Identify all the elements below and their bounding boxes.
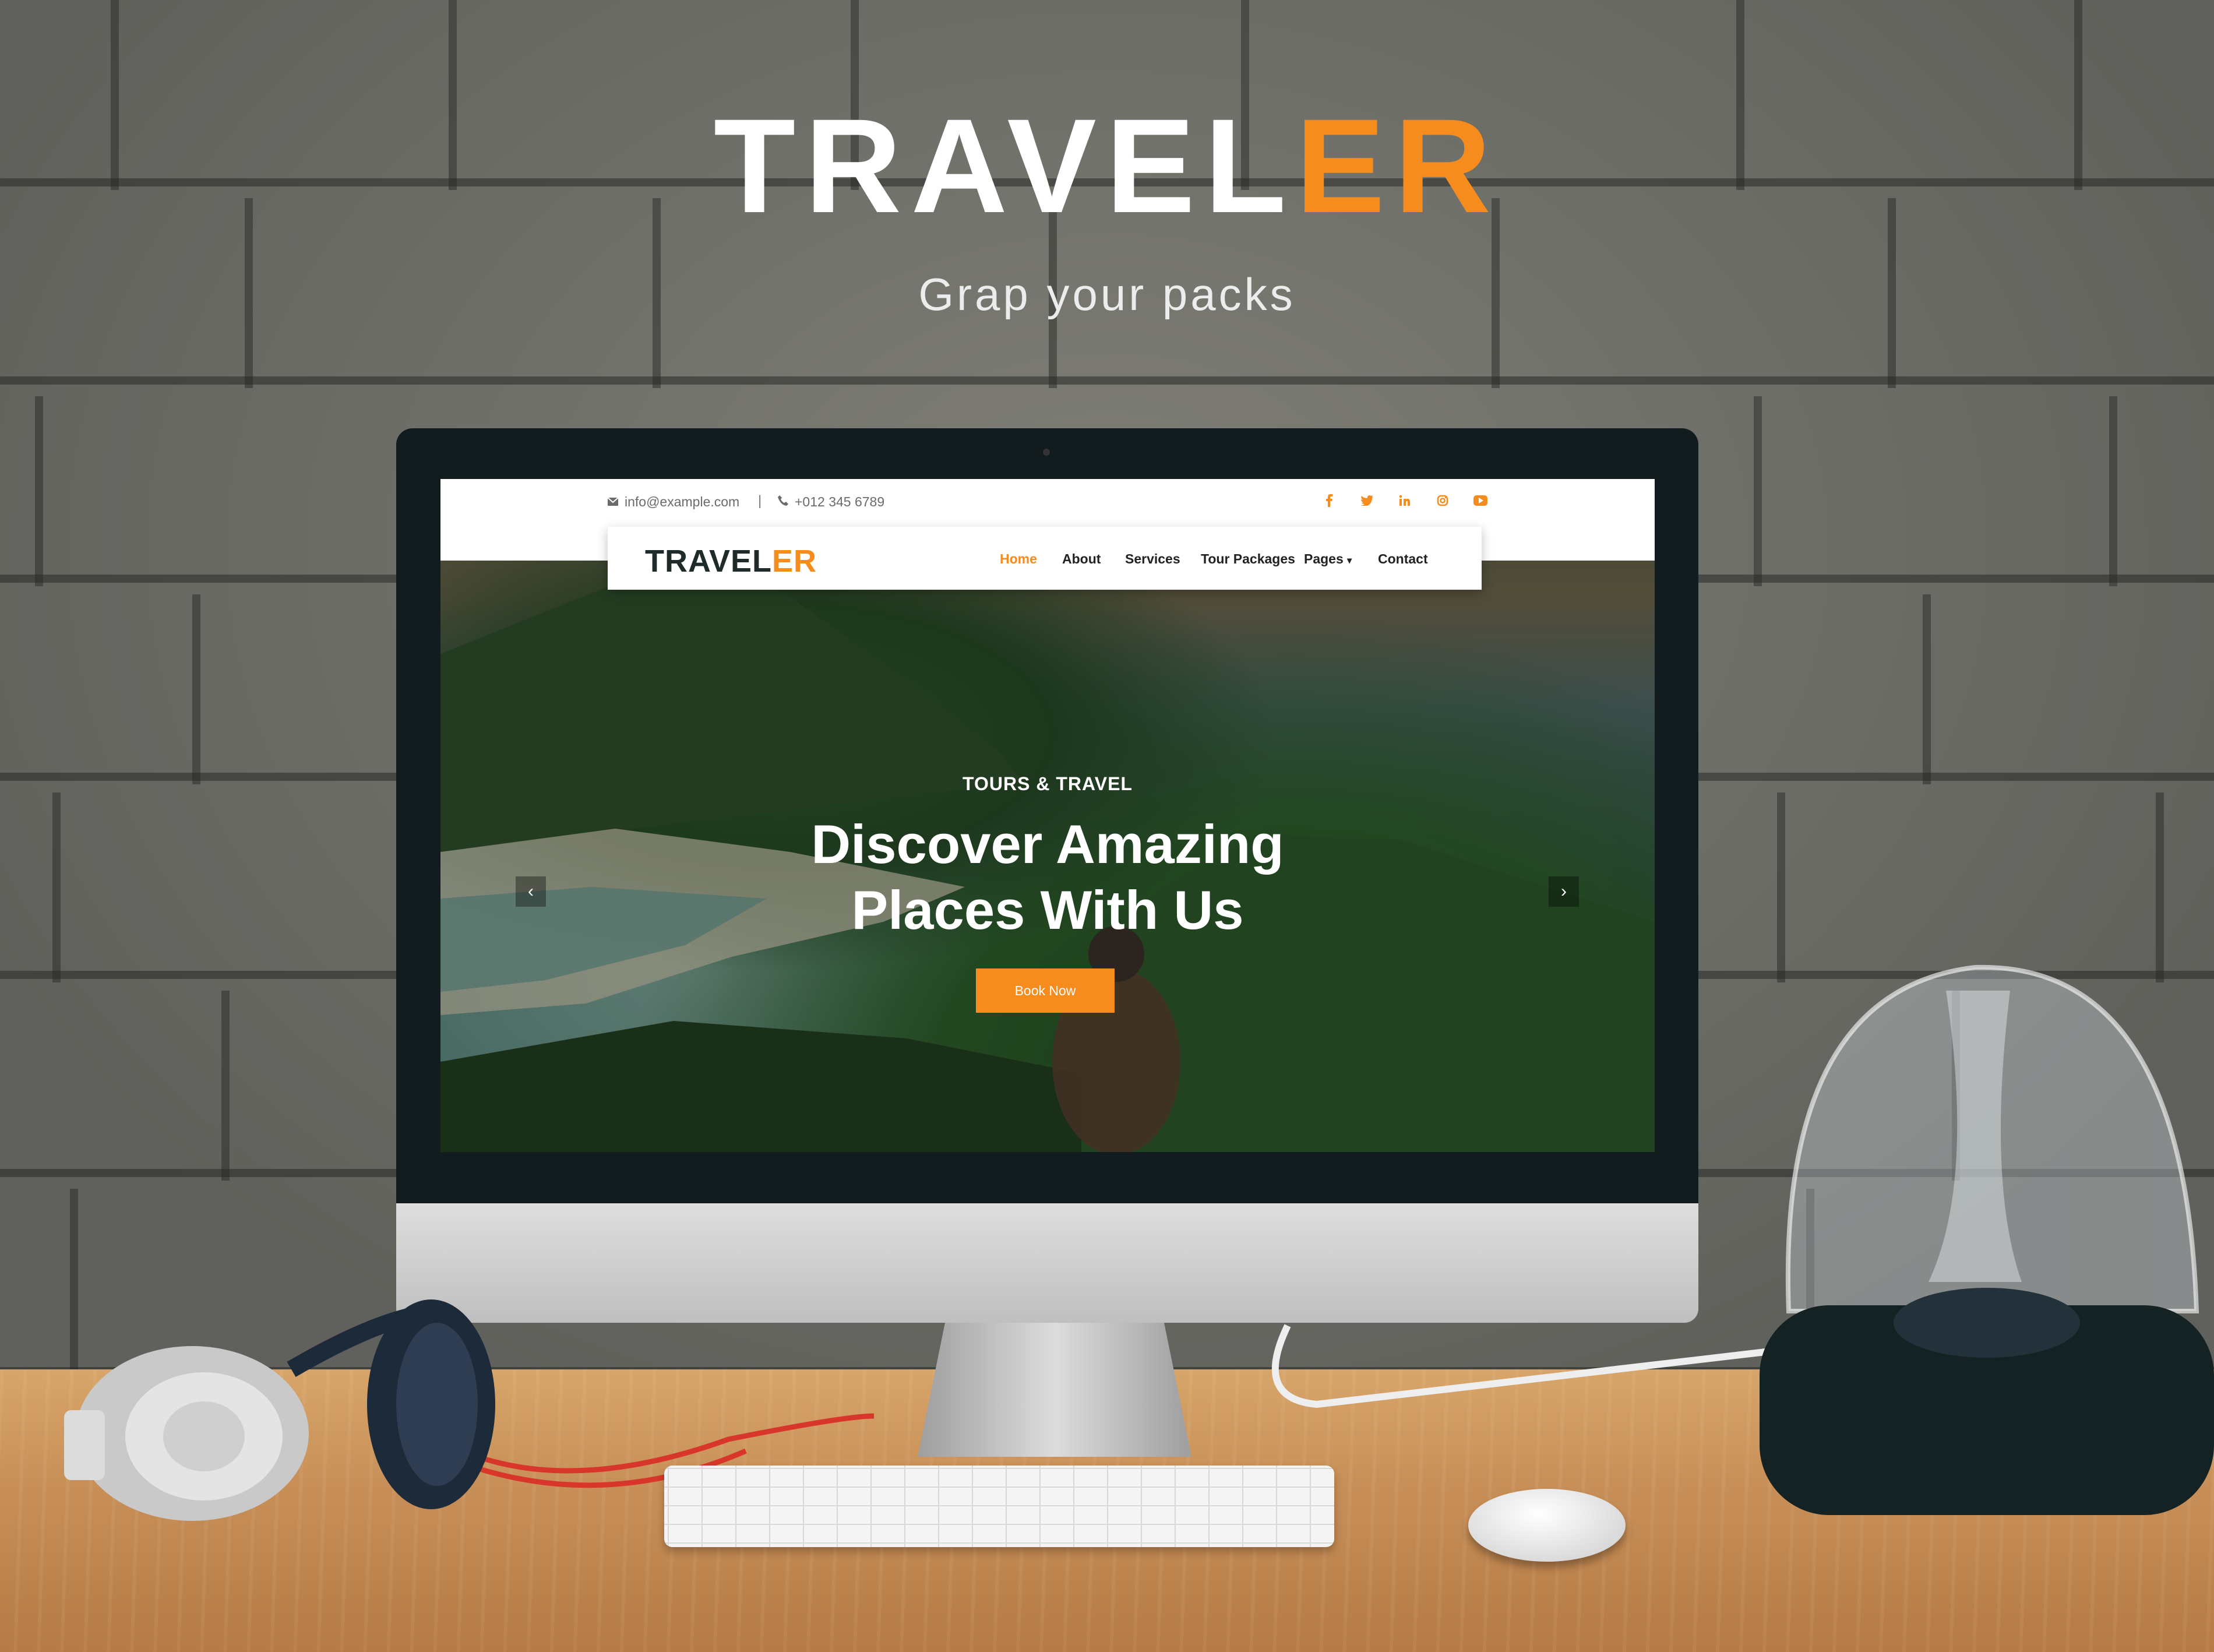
logo-text-main: TRAVEL xyxy=(645,544,772,579)
twitter-icon[interactable] xyxy=(1358,492,1376,509)
mouse xyxy=(1468,1489,1626,1562)
nav-contact[interactable]: Contact xyxy=(1378,551,1428,567)
hero-title-line1: Discover Amazing xyxy=(811,813,1284,875)
instagram-icon[interactable] xyxy=(1434,492,1451,509)
nav-home[interactable]: Home xyxy=(1000,551,1037,567)
linkedin-icon[interactable] xyxy=(1396,492,1413,509)
hero-subtitle: TOURS & TRAVEL xyxy=(963,773,1133,794)
hero-title: Discover Amazing Places With Us xyxy=(440,811,1655,943)
nav-about[interactable]: About xyxy=(1062,551,1101,567)
phone-icon xyxy=(777,494,789,510)
carousel-next-button[interactable]: › xyxy=(1549,876,1579,907)
book-now-button[interactable]: Book Now xyxy=(976,968,1115,1013)
monitor-stand xyxy=(918,1323,1191,1457)
nav-tour-packages[interactable]: Tour Packages xyxy=(1201,551,1295,567)
website-screen: info@example.com | +012 345 6789 TRAVELE… xyxy=(440,479,1655,1152)
email-text: info@example.com xyxy=(625,494,740,509)
nav-services[interactable]: Services xyxy=(1125,551,1180,567)
chevron-left-icon: ‹ xyxy=(528,882,534,901)
facebook-icon[interactable] xyxy=(1320,492,1338,509)
chevron-right-icon: › xyxy=(1561,882,1567,901)
topbar-email[interactable]: info@example.com xyxy=(607,494,739,510)
main-navbar: TRAVELER Home About Services Tour Packag… xyxy=(608,527,1482,590)
nav-pages-label: Pages xyxy=(1304,551,1344,566)
webcam-dot xyxy=(1043,449,1050,456)
site-logo[interactable]: TRAVELER xyxy=(645,543,817,579)
brand-title-main: TRAVEL xyxy=(713,91,1296,241)
glass-speaker xyxy=(1760,964,2214,1515)
monitor-chin xyxy=(396,1203,1698,1323)
logo-text-accent: ER xyxy=(772,544,817,579)
brand-title-accent: ER xyxy=(1295,91,1501,241)
brand-tagline: Grap your packs xyxy=(918,269,1296,320)
envelope-icon xyxy=(607,494,619,510)
hero-title-line2: Places With Us xyxy=(851,879,1244,941)
carousel-prev-button[interactable]: ‹ xyxy=(516,876,546,907)
keyboard xyxy=(664,1466,1334,1547)
headphones xyxy=(64,1299,495,1521)
brand-title: TRAVELER xyxy=(0,99,2214,233)
nav-pages[interactable]: Pages ▾ xyxy=(1304,551,1352,567)
youtube-icon[interactable] xyxy=(1472,492,1489,509)
topbar-phone[interactable]: +012 345 6789 xyxy=(777,494,884,510)
phone-text: +012 345 6789 xyxy=(795,494,885,509)
topbar-separator: | xyxy=(758,493,762,509)
caret-down-icon: ▾ xyxy=(1347,556,1352,566)
